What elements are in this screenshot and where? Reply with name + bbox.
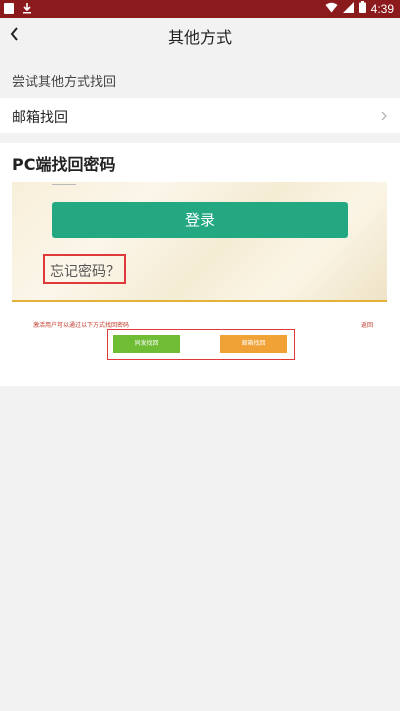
download-icon [22, 2, 32, 14]
return-link[interactable]: 返回 [361, 320, 373, 329]
divider [12, 300, 387, 302]
signal-icon [342, 1, 354, 16]
pc-recovery-title: PC端找回密码 [12, 155, 116, 174]
app-square-icon [4, 2, 14, 14]
section-label: 尝试其他方式找回 [12, 75, 117, 90]
wifi-icon [325, 2, 338, 16]
login-button[interactable]: 登录 [52, 202, 348, 238]
page-title: 其他方式 [167, 28, 232, 47]
phone-recovery-button[interactable]: 同发找回 [113, 335, 180, 353]
email-recovery-label: 邮箱找回 [12, 110, 68, 126]
status-time: 4:39 [370, 1, 394, 16]
chevron-right-icon [378, 108, 390, 122]
forgot-password-link[interactable]: 忘记密码？ [50, 261, 120, 281]
email-recovery-button[interactable]: 邮箱找回 [220, 335, 287, 353]
divider [52, 184, 76, 185]
forgot-password-highlight: 忘记密码？ [43, 254, 126, 284]
status-bar: 4:39 [0, 0, 400, 18]
email-recovery-option[interactable]: 邮箱找回 [0, 98, 400, 133]
app-header: 其他方式 [0, 18, 400, 51]
pc-recovery-card: PC端找回密码 登录 忘记密码？ 激活用户可以通过以下方式找回密码 返回 同发找… [0, 143, 400, 386]
battery-icon [358, 1, 366, 16]
recovery-hint-text: 激活用户可以通过以下方式找回密码 [33, 322, 130, 329]
pc-login-screenshot: 登录 忘记密码？ [12, 182, 387, 302]
recovery-buttons-highlight: 同发找回 邮箱找回 [107, 329, 295, 360]
